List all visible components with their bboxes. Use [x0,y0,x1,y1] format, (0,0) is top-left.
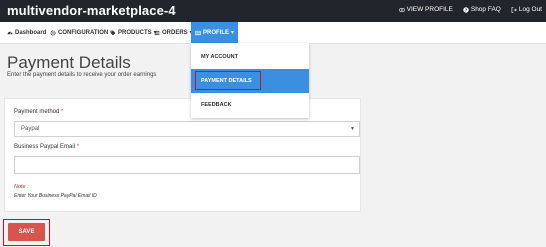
chevron-down-icon: ▾ [231,30,235,36]
page-title: Payment Details [7,53,131,72]
gear-icon [50,29,56,36]
main-nav: Dashboard CONFIGURATION ▾ PRODUCTS ▾ ORD… [0,22,546,44]
svg-text:?: ? [465,7,468,12]
top-bar: multivendor-marketplace-4 VIEW PROFILE ?… [0,0,546,22]
shop-faq-link[interactable]: ? Shop FAQ [463,6,501,13]
note-label: Note : [14,184,29,190]
chevron-down-icon: ▼ [350,126,355,132]
nav-orders[interactable]: ORDERS ▾ [154,22,193,43]
nav-configuration-label: CONFIGURATION [58,29,109,36]
menu-item-label: MY ACCOUNT [201,54,238,60]
payment-method-select[interactable]: Paypal ▼ [14,121,360,137]
save-button[interactable]: SAVE [8,223,45,241]
menu-item-feedback[interactable]: FEEDBACK [191,93,309,117]
view-profile-link[interactable]: VIEW PROFILE [398,6,453,13]
save-highlight: SAVE [3,219,50,246]
top-links: VIEW PROFILE ? Shop FAQ Log Out [398,6,542,13]
logout-label: Log Out [518,6,542,13]
nav-dashboard[interactable]: Dashboard [7,22,46,43]
view-profile-label: VIEW PROFILE [406,6,453,13]
nav-profile-label: PROFILE [203,29,230,36]
nav-products[interactable]: PRODUCTS ▾ [110,22,157,43]
note-text: Enter Your Business PayPal Email ID [14,193,97,199]
business-email-label: Business Paypal Email * [14,144,80,150]
payment-method-label: Payment method * [14,109,64,115]
required-mark: * [61,109,64,115]
eye-icon [398,7,405,12]
shop-faq-label: Shop FAQ [470,6,501,13]
nav-orders-label: ORDERS [162,29,188,36]
highlight-box [195,71,261,90]
dashboard-icon [7,31,13,34]
nav-dashboard-label: Dashboard [15,29,47,36]
logout-icon [511,6,517,13]
list-icon [154,30,160,35]
required-mark: * [76,144,80,150]
nav-configuration[interactable]: CONFIGURATION ▾ [50,22,113,43]
nav-profile[interactable]: PROFILE ▾ [191,22,239,43]
logout-link[interactable]: Log Out [511,6,542,13]
nav-products-label: PRODUCTS [118,29,152,36]
profile-dropdown: MY ACCOUNT PAYMENT DETAILS FEEDBACK [191,43,309,118]
menu-item-my-account[interactable]: MY ACCOUNT [191,45,309,69]
menu-item-payment-details[interactable]: PAYMENT DETAILS [191,69,309,93]
business-email-input[interactable] [14,156,360,174]
payment-method-value: Paypal [21,126,40,132]
menu-item-label: FEEDBACK [201,102,232,108]
brand-title[interactable]: multivendor-marketplace-4 [7,3,176,18]
page-subtitle: Enter the payment details to receive you… [7,72,157,78]
question-icon: ? [463,6,469,13]
profile-icon [195,30,201,35]
tag-icon [110,30,116,35]
